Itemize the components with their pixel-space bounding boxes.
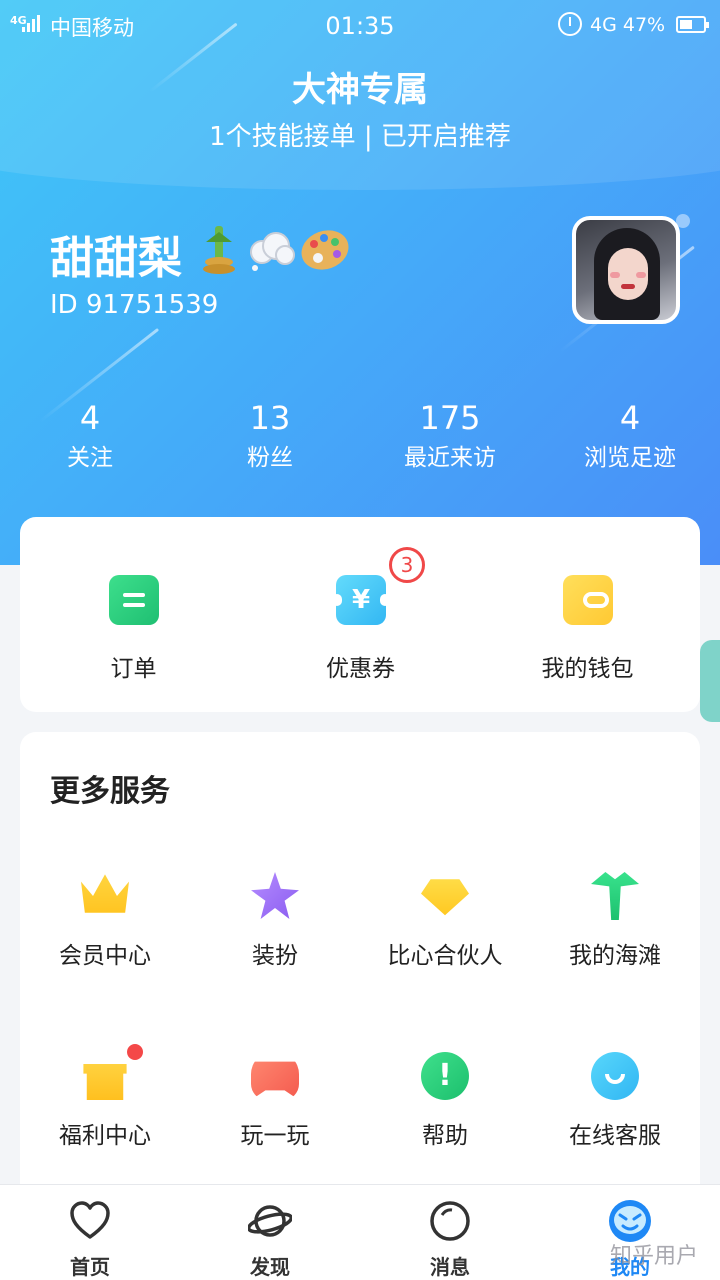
service-label: 玩一玩	[240, 1123, 310, 1149]
status-bar: 4G 中国移动 01:35 4G 47%	[0, 0, 720, 52]
service-member-center[interactable]: 会员中心	[20, 872, 190, 1022]
battery-percent: 47%	[622, 14, 666, 36]
stat-fans[interactable]: 13 粉丝	[180, 398, 360, 478]
service-label: 比心合伙人	[387, 943, 503, 969]
service-play[interactable]: 玩一玩	[190, 1052, 360, 1202]
service-label: 会员中心	[59, 943, 151, 969]
orders-button[interactable]: 订单	[20, 517, 247, 712]
service-label: 帮助	[422, 1123, 468, 1149]
service-label: 装扮	[252, 943, 298, 969]
cloud-icon[interactable]	[244, 222, 298, 276]
stat-label: 粉丝	[247, 445, 293, 471]
order-icon	[109, 575, 159, 625]
service-label: 在线客服	[569, 1123, 661, 1149]
gamepad-icon	[251, 1061, 299, 1100]
tab-label: 消息	[430, 1255, 470, 1279]
service-welfare-center[interactable]: 福利中心	[20, 1044, 190, 1202]
service-my-beach[interactable]: 我的海滩	[530, 872, 700, 1022]
service-label: 我的海滩	[569, 943, 661, 969]
service-customer-support[interactable]: 在线客服	[530, 1052, 700, 1202]
more-services-card: 更多服务 会员中心 装扮 比心合伙人 我的海滩 福利中心 玩一玩 ! 帮助 在线…	[20, 732, 700, 1202]
customer-service-icon	[591, 1052, 639, 1100]
heart-icon	[70, 1201, 110, 1239]
coupon-symbol: ¥	[351, 585, 371, 615]
service-dress-up[interactable]: 装扮	[190, 872, 360, 1022]
help-icon: !	[421, 1052, 469, 1100]
notification-dot	[127, 1044, 143, 1060]
battery-icon	[676, 16, 709, 33]
watermark: 知乎用户	[610, 1244, 699, 1269]
bamboo-decoration-icon[interactable]	[192, 222, 246, 276]
stat-label: 浏览足迹	[584, 445, 676, 471]
master-subtitle[interactable]: 1个技能接单 | 已开启推荐	[0, 116, 720, 153]
tab-discover[interactable]: 发现	[180, 1185, 360, 1280]
stat-value: 175	[419, 399, 481, 437]
crown-icon	[81, 874, 129, 913]
help-symbol: !	[438, 1058, 452, 1093]
stat-label: 最近来访	[404, 445, 496, 471]
service-partner[interactable]: 比心合伙人	[360, 872, 530, 1022]
wallet-icon	[563, 575, 613, 625]
profile-stats: 4 关注 13 粉丝 175 最近来访 4 浏览足迹	[0, 398, 720, 478]
palm-tree-icon	[591, 872, 639, 920]
service-help[interactable]: ! 帮助	[360, 1052, 530, 1202]
stat-browse-history[interactable]: 4 浏览足迹	[540, 398, 720, 478]
stat-label: 关注	[67, 445, 113, 471]
alarm-icon	[558, 12, 582, 36]
coupon-count-badge: 3	[389, 547, 425, 583]
planet-icon	[248, 1205, 292, 1237]
profile-name[interactable]: 甜甜梨	[50, 222, 182, 286]
message-bubble-icon	[430, 1201, 470, 1241]
palette-icon[interactable]	[298, 222, 352, 276]
wallet-label: 我的钱包	[541, 656, 634, 682]
network-indicator: 4G 47%	[590, 14, 665, 36]
stat-value: 4	[79, 399, 101, 437]
tab-messages[interactable]: 消息	[360, 1185, 540, 1280]
more-services-title: 更多服务	[50, 774, 170, 809]
gift-icon	[83, 1064, 127, 1100]
profile-id[interactable]: ID 91751539	[50, 290, 218, 320]
tab-label: 首页	[70, 1255, 110, 1279]
stat-following[interactable]: 4 关注	[0, 398, 180, 478]
avatar[interactable]	[572, 216, 680, 324]
quick-actions-card: 订单 ¥ 优惠券 3 我的钱包	[20, 517, 700, 712]
wallet-button[interactable]: 我的钱包	[474, 517, 701, 712]
service-label: 福利中心	[59, 1123, 151, 1149]
orders-label: 订单	[110, 656, 157, 682]
diamond-icon	[421, 879, 469, 916]
star-icon	[251, 872, 299, 920]
coupons-label: 优惠券	[326, 656, 395, 682]
stat-recent-visitors[interactable]: 175 最近来访	[360, 398, 540, 478]
tab-home[interactable]: 首页	[0, 1185, 180, 1280]
master-title[interactable]: 大神专属	[0, 62, 720, 111]
side-float-tab[interactable]	[700, 640, 720, 722]
coupon-icon: ¥	[332, 575, 390, 625]
profile-face-icon	[609, 1200, 651, 1242]
stat-value: 13	[249, 399, 291, 437]
tab-label: 发现	[250, 1255, 290, 1279]
coupons-button[interactable]: ¥ 优惠券	[247, 517, 474, 712]
stat-value: 4	[619, 399, 641, 437]
network-type: 4G	[590, 14, 617, 36]
